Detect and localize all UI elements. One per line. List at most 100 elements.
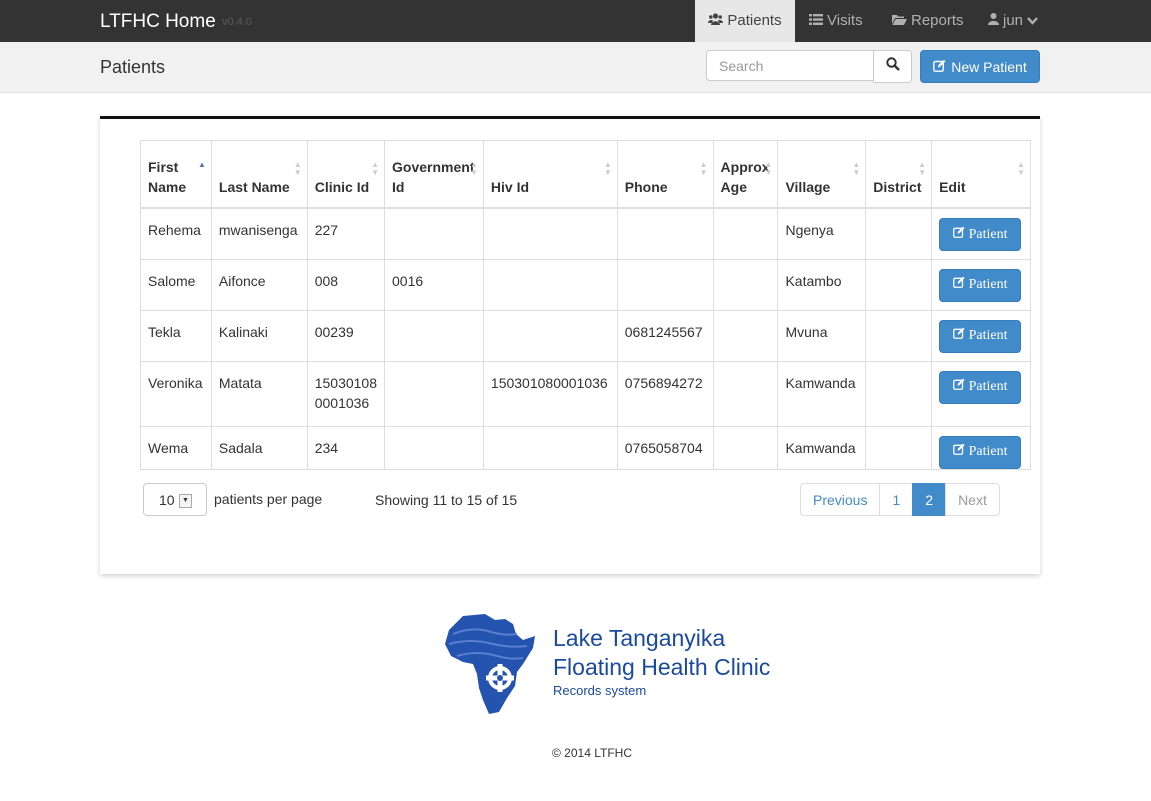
per-page-select[interactable]: 10 ▼: [143, 483, 207, 516]
cell-first-name: Veronika: [140, 360, 212, 427]
table-row: Rehema mwanisenga 227 Ngenya Patient: [140, 207, 1031, 260]
cell-village: Kamwanda: [777, 360, 867, 427]
chevron-down-icon: [1027, 12, 1039, 29]
cell-district: [865, 309, 933, 362]
cell-approx-age: [712, 360, 779, 427]
edit-button-label: Patient: [968, 328, 1008, 343]
col-edit[interactable]: Edit ▲ ▼: [931, 140, 1031, 209]
col-label: Government Id: [392, 159, 475, 195]
previous-page-button[interactable]: Previous: [800, 483, 881, 516]
search-input[interactable]: [706, 50, 874, 81]
edit-icon: [952, 442, 965, 462]
col-label: Clinic Id: [314, 179, 370, 195]
col-label: Last Name: [218, 179, 290, 195]
cell-clinic-id: 234: [306, 425, 386, 470]
edit-icon: [952, 377, 965, 397]
cell-village: Mvuna: [777, 309, 867, 362]
cell-first-name: Tekla: [140, 309, 212, 362]
col-clinic-id[interactable]: Clinic Id ▲ ▼: [306, 140, 386, 209]
col-first-name[interactable]: First Name ▲: [140, 140, 212, 209]
cell-last-name: mwanisenga: [210, 207, 308, 260]
cell-phone: 0765058704: [616, 425, 714, 470]
nav-visits[interactable]: Visits: [809, 0, 863, 42]
cell-last-name: Matata: [210, 360, 308, 427]
cell-approx-age: [712, 309, 779, 362]
cell-phone: [616, 207, 714, 260]
user-menu[interactable]: jun: [988, 0, 1039, 42]
cell-hiv-id: [482, 258, 618, 311]
col-district[interactable]: District ▲ ▼: [865, 140, 933, 209]
edit-button-label: Patient: [968, 277, 1008, 292]
per-page-label: patients per page: [214, 491, 323, 507]
cell-government-id: [384, 207, 484, 260]
new-patient-button[interactable]: New Patient: [920, 50, 1040, 83]
brand-link[interactable]: LTFHC Home: [100, 11, 216, 33]
edit-icon: [933, 59, 946, 75]
col-label: First Name: [148, 159, 187, 195]
cell-district: [865, 360, 933, 427]
nav-reports-label: Reports: [911, 12, 964, 29]
user-icon: [988, 13, 999, 28]
user-name: jun: [1003, 12, 1024, 29]
search-button[interactable]: [873, 50, 912, 83]
col-hiv-id[interactable]: Hiv Id ▲ ▼: [482, 140, 618, 209]
col-government-id[interactable]: Government Id ▲ ▼: [384, 140, 484, 209]
cell-edit: Patient: [931, 360, 1031, 427]
cell-district: [865, 258, 933, 311]
edit-button-label: Patient: [968, 226, 1008, 242]
col-label: Hiv Id: [490, 179, 530, 195]
cell-approx-age: [712, 425, 779, 470]
sort-asc-icon: ▲: [197, 160, 206, 169]
table-row: Wema Sadala 234 0765058704 Kamwanda Pati…: [140, 425, 1031, 470]
cell-last-name: Kalinaki: [210, 309, 308, 362]
table-row: Salome Aifonce 008 0016 Katambo Patient: [140, 258, 1031, 311]
table-row: Tekla Kalinaki 00239 0681245567 Mvuna Pa…: [140, 309, 1031, 362]
cell-hiv-id: [482, 425, 618, 470]
org-name-line2: Floating Health Clinic: [553, 654, 771, 680]
sort-icon: ▲ ▼: [371, 160, 380, 177]
page-1-button[interactable]: 1: [879, 483, 914, 516]
edit-patient-button[interactable]: Patient: [939, 218, 1022, 251]
patients-panel: First Name ▲ Last Name ▲ ▼ Clinic Id ▲ ▼ Gove…: [100, 116, 1040, 574]
col-village[interactable]: Village ▲ ▼: [777, 140, 867, 209]
edit-patient-button[interactable]: Patient: [939, 268, 1022, 302]
cell-hiv-id: [482, 207, 618, 260]
edit-icon: [952, 275, 965, 295]
cell-edit: Patient: [931, 207, 1031, 260]
edit-patient-button[interactable]: Patient: [939, 370, 1022, 404]
col-approx-age[interactable]: Approx Age ▲ ▼: [712, 140, 779, 209]
cell-phone: 0756894272: [616, 360, 714, 427]
cell-edit: Patient: [931, 309, 1031, 362]
patients-table: First Name ▲ Last Name ▲ ▼ Clinic Id ▲ ▼ Gove…: [140, 140, 1031, 470]
edit-icon: [952, 225, 965, 245]
next-page-button[interactable]: Next: [945, 483, 1000, 516]
col-phone[interactable]: Phone ▲ ▼: [616, 140, 714, 209]
per-page-value: 10: [159, 491, 175, 508]
page-2-button[interactable]: 2: [912, 483, 947, 516]
col-label: Phone: [624, 179, 668, 195]
page-header: Patients New Patient: [0, 42, 1151, 93]
page-title: Patients: [100, 57, 166, 77]
edit-patient-button[interactable]: Patient: [939, 319, 1022, 353]
cell-hiv-id: 150301080001036: [482, 360, 618, 427]
showing-count: Showing 11 to 15 of 15: [375, 492, 518, 508]
nav-patients[interactable]: Patients: [695, 0, 795, 42]
new-patient-label: New Patient: [951, 58, 1027, 75]
cell-district: [865, 207, 933, 260]
nav-reports[interactable]: Reports: [892, 0, 964, 42]
cell-clinic-id: 00239: [306, 309, 386, 362]
edit-patient-button[interactable]: Patient: [939, 435, 1022, 469]
sort-icon: ▲ ▼: [603, 160, 612, 177]
sort-icon: ▲ ▼: [293, 160, 302, 177]
sort-icon: ▲ ▼: [1017, 160, 1025, 177]
cell-approx-age: [712, 258, 779, 311]
users-icon: [708, 13, 724, 28]
cell-clinic-id: 150301080001036: [306, 360, 386, 427]
cell-phone: [616, 258, 714, 311]
cell-government-id: 0016: [384, 258, 484, 311]
col-last-name[interactable]: Last Name ▲ ▼: [210, 140, 308, 209]
cell-village: Ngenya: [777, 207, 867, 260]
cell-edit: Patient: [931, 258, 1031, 311]
list-icon: [809, 13, 823, 28]
cell-first-name: Salome: [140, 258, 212, 311]
